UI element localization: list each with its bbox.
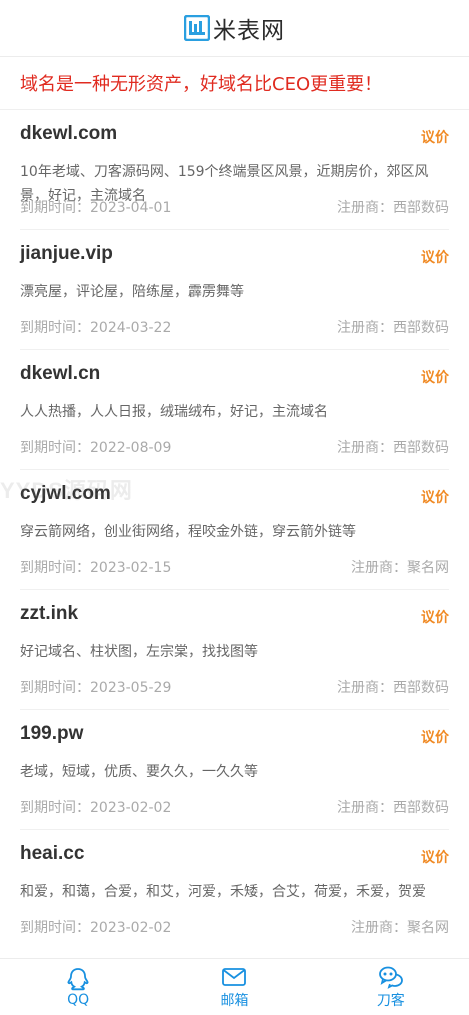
logo[interactable]: 米表网	[184, 11, 285, 45]
tab-label: 刀客	[376, 992, 405, 1009]
domain-name[interactable]: 199.pw	[20, 723, 83, 745]
expiry-date: 到期时间：2022-08-09	[20, 437, 171, 457]
registrar: 注册商：西部数码	[337, 317, 449, 337]
registrar: 注册商：西部数码	[337, 437, 449, 457]
registrar-value: 西部数码	[393, 200, 449, 216]
registrar: 注册商：聚名网	[351, 917, 449, 937]
expiry-label: 到期时间：	[20, 200, 90, 216]
expiry-value: 2023-02-15	[90, 560, 172, 576]
domain-item[interactable]: heai.cc 议价 和爱，和蔼，合爱，和艾，河爱，禾矮，合艾，荷爱，禾爱，贺爱…	[20, 830, 449, 949]
domain-description: 人人热播，人人日报，绒瑞绒布，好记，主流域名	[20, 404, 328, 420]
expiry-date: 到期时间：2023-02-02	[20, 917, 171, 937]
expiry-value: 2023-02-02	[90, 800, 172, 816]
watermark: YYDS源码网	[0, 478, 133, 503]
domain-description: 穿云箭网络，创业街网络，程咬金外链，穿云箭外链等	[20, 524, 356, 540]
expiry-label: 到期时间：	[20, 440, 90, 456]
registrar-value: 西部数码	[393, 440, 449, 456]
logo-text: 米表网	[213, 18, 285, 44]
tab-daoke[interactable]: 刀客	[313, 959, 469, 1015]
domain-name[interactable]: jianjue.vip	[20, 243, 113, 265]
expiry-value: 2023-04-01	[90, 200, 172, 216]
negotiate-price-link[interactable]: 议价	[421, 247, 449, 267]
negotiate-price-link[interactable]: 议价	[421, 367, 449, 387]
header: 米表网	[0, 0, 469, 57]
expiry-label: 到期时间：	[20, 680, 90, 696]
expiry-date: 到期时间：2024-03-22	[20, 317, 171, 337]
expiry-date: 到期时间：2023-02-15	[20, 557, 171, 577]
registrar-value: 聚名网	[407, 920, 449, 936]
registrar-label: 注册商：	[351, 920, 407, 936]
registrar-value: 西部数码	[393, 800, 449, 816]
domain-item[interactable]: dkewl.cn 议价 人人热播，人人日报，绒瑞绒布，好记，主流域名 到期时间：…	[20, 350, 449, 470]
registrar: 注册商：西部数码	[337, 677, 449, 697]
negotiate-price-link[interactable]: 议价	[421, 607, 449, 627]
expiry-value: 2023-02-02	[90, 920, 172, 936]
domain-list: dkewl.com 议价 10年老域、刀客源码网、159个终端景区风景，近期房价…	[0, 110, 469, 949]
negotiate-price-link[interactable]: 议价	[421, 847, 449, 867]
registrar-value: 聚名网	[407, 560, 449, 576]
tab-label: 邮箱	[220, 992, 249, 1009]
domain-name[interactable]: heai.cc	[20, 843, 84, 865]
logo-mark-icon	[184, 15, 210, 41]
domain-item[interactable]: zzt.ink 议价 好记域名、柱状图，左宗棠，找找图等 到期时间：2023-0…	[20, 590, 449, 710]
domain-item[interactable]: jianjue.vip 议价 漂亮屋，评论屋，陪练屋，霹雳舞等 到期时间：202…	[20, 230, 449, 350]
expiry-date: 到期时间：2023-04-01	[20, 197, 171, 217]
expiry-value: 2024-03-22	[90, 320, 172, 336]
domain-item[interactable]: dkewl.com 议价 10年老域、刀客源码网、159个终端景区风景，近期房价…	[20, 110, 449, 230]
chat-icon	[378, 966, 403, 989]
domain-name[interactable]: zzt.ink	[20, 603, 78, 625]
registrar-label: 注册商：	[337, 680, 393, 696]
tab-qq[interactable]: QQ	[0, 959, 156, 1015]
domain-description: 漂亮屋，评论屋，陪练屋，霹雳舞等	[20, 284, 244, 300]
tab-label: QQ	[67, 991, 90, 1008]
registrar: 注册商：西部数码	[337, 797, 449, 817]
mail-icon	[222, 967, 247, 986]
registrar: 注册商：西部数码	[337, 197, 449, 217]
expiry-label: 到期时间：	[20, 800, 90, 816]
tab-mail[interactable]: 邮箱	[156, 959, 312, 1015]
slogan-banner: 域名是一种无形资产，好域名比CEO更重要！	[0, 57, 469, 110]
domain-name[interactable]: dkewl.cn	[20, 363, 100, 385]
domain-name[interactable]: dkewl.com	[20, 123, 117, 145]
expiry-value: 2022-08-09	[90, 440, 172, 456]
expiry-label: 到期时间：	[20, 920, 90, 936]
registrar-value: 西部数码	[393, 680, 449, 696]
domain-item[interactable]: 199.pw 议价 老域，短域，优质、要久久，一久久等 到期时间：2023-02…	[20, 710, 449, 830]
bottom-tab-bar: QQ 邮箱 刀客	[0, 958, 469, 1015]
expiry-date: 到期时间：2023-05-29	[20, 677, 171, 697]
qq-icon	[67, 967, 89, 990]
expiry-label: 到期时间：	[20, 320, 90, 336]
expiry-value: 2023-05-29	[90, 680, 172, 696]
registrar-label: 注册商：	[337, 320, 393, 336]
registrar: 注册商：聚名网	[351, 557, 449, 577]
registrar-label: 注册商：	[337, 200, 393, 216]
registrar-label: 注册商：	[337, 440, 393, 456]
negotiate-price-link[interactable]: 议价	[421, 487, 449, 507]
domain-description: 和爱，和蔼，合爱，和艾，河爱，禾矮，合艾，荷爱，禾爱，贺爱	[20, 884, 426, 900]
registrar-value: 西部数码	[393, 320, 449, 336]
registrar-label: 注册商：	[337, 800, 393, 816]
negotiate-price-link[interactable]: 议价	[421, 727, 449, 747]
domain-description: 好记域名、柱状图，左宗棠，找找图等	[20, 644, 258, 660]
expiry-date: 到期时间：2023-02-02	[20, 797, 171, 817]
registrar-label: 注册商：	[351, 560, 407, 576]
domain-description: 老域，短域，优质、要久久，一久久等	[20, 764, 258, 780]
negotiate-price-link[interactable]: 议价	[421, 127, 449, 147]
expiry-label: 到期时间：	[20, 560, 90, 576]
